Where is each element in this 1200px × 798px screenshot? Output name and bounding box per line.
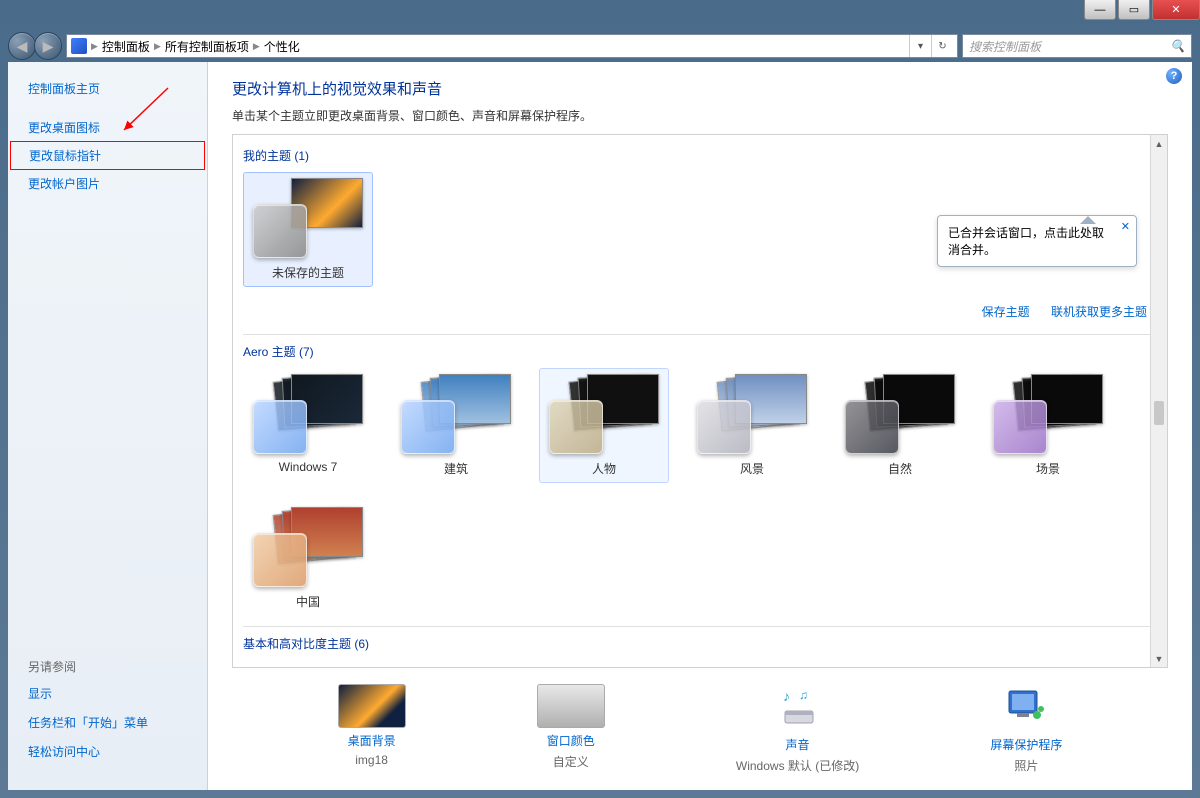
scroll-down-button[interactable]: ▼ xyxy=(1151,650,1167,667)
glass-preview-icon xyxy=(253,204,307,258)
sound-icon: ♪ ♫ xyxy=(774,684,822,732)
setting-label: 桌面背景 xyxy=(348,732,396,749)
theme-Windows 7[interactable]: Windows 7 xyxy=(243,368,373,483)
notification-text: 已合并会话窗口，点击此处取消合并。 xyxy=(948,226,1104,257)
theme-人物[interactable]: 人物 xyxy=(539,368,669,483)
theme-风景[interactable]: 风景 xyxy=(687,368,817,483)
screensaver-icon xyxy=(1002,684,1050,732)
close-button[interactable]: ✕ xyxy=(1152,0,1200,20)
sidebar-link-mouse-pointers[interactable]: 更改鼠标指针 xyxy=(10,141,205,170)
help-icon[interactable]: ? xyxy=(1166,68,1182,84)
maximize-button[interactable]: ▭ xyxy=(1118,0,1150,20)
refresh-button[interactable]: ↻ xyxy=(931,35,953,57)
save-theme-link[interactable]: 保存主题 xyxy=(982,305,1030,319)
glass-preview-icon xyxy=(845,400,899,454)
scroll-thumb[interactable] xyxy=(1154,401,1164,425)
sidebar-link-display[interactable]: 显示 xyxy=(8,679,207,708)
navigation-bar: ◀ ▶ ▶ 控制面板 ▶ 所有控制面板项 ▶ 个性化 ▾ ↻ 搜索控制面板 🔍 xyxy=(8,30,1192,62)
window-controls: — ▭ ✕ xyxy=(1084,0,1200,22)
back-button[interactable]: ◀ xyxy=(8,32,36,60)
theme-自然[interactable]: 自然 xyxy=(835,368,965,483)
theme-中国[interactable]: 中国 xyxy=(243,501,373,616)
content-area: 控制面板主页 更改桌面图标 更改鼠标指针 更改帐户图片 另请参阅 显示 任务栏和… xyxy=(8,62,1192,790)
search-icon: 🔍 xyxy=(1170,39,1185,53)
section-aero-themes: Aero 主题 (7) xyxy=(243,343,1157,360)
glass-preview-icon xyxy=(993,400,1047,454)
theme-建筑[interactable]: 建筑 xyxy=(391,368,521,483)
see-also-heading: 另请参阅 xyxy=(8,654,207,679)
setting-value: Windows 默认 (已修改) xyxy=(736,757,859,774)
chevron-icon: ▶ xyxy=(154,41,161,52)
theme-label: 风景 xyxy=(740,460,764,477)
search-placeholder: 搜索控制面板 xyxy=(969,38,1041,55)
theme-label: 中国 xyxy=(296,593,320,610)
main-panel: ? 更改计算机上的视觉效果和声音 单击某个主题立即更改桌面背景、窗口颜色、声音和… xyxy=(208,62,1192,790)
get-more-themes-link[interactable]: 联机获取更多主题 xyxy=(1051,305,1147,319)
vertical-scrollbar[interactable]: ▲ ▼ xyxy=(1150,135,1167,667)
page-title: 更改计算机上的视觉效果和声音 xyxy=(232,78,1168,99)
setting-label: 屏幕保护程序 xyxy=(990,736,1062,753)
breadcrumb-item[interactable]: 所有控制面板项 xyxy=(165,38,249,55)
theme-label: 建筑 xyxy=(444,460,468,477)
theme-unsaved[interactable]: 未保存的主题 xyxy=(243,172,373,287)
theme-label: Windows 7 xyxy=(279,460,338,474)
sidebar-link-taskbar[interactable]: 任务栏和「开始」菜单 xyxy=(8,708,207,737)
theme-actions: 保存主题 联机获取更多主题 xyxy=(243,297,1157,326)
address-dropdown[interactable]: ▾ xyxy=(909,35,931,57)
setting-value: 照片 xyxy=(1014,757,1038,774)
search-input[interactable]: 搜索控制面板 🔍 xyxy=(962,34,1192,58)
glass-preview-icon xyxy=(253,400,307,454)
setting-label: 声音 xyxy=(786,736,810,753)
setting-value: img18 xyxy=(355,753,388,767)
screensaver-setting[interactable]: 屏幕保护程序 照片 xyxy=(990,684,1062,774)
minimize-button[interactable]: — xyxy=(1084,0,1116,20)
wallpaper-icon xyxy=(338,684,406,728)
chevron-icon: ▶ xyxy=(253,41,260,52)
svg-text:♪: ♪ xyxy=(783,688,790,704)
glass-preview-icon xyxy=(401,400,455,454)
section-basic-themes: 基本和高对比度主题 (6) xyxy=(243,635,1157,652)
theme-label: 人物 xyxy=(592,460,616,477)
desktop-background-setting[interactable]: 桌面背景 img18 xyxy=(338,684,406,774)
merge-notification[interactable]: 已合并会话窗口，点击此处取消合并。 ✕ xyxy=(937,215,1137,267)
window-frame: — ▭ ✕ ◀ ▶ ▶ 控制面板 ▶ 所有控制面板项 ▶ 个性化 ▾ ↻ 搜索控… xyxy=(0,0,1200,798)
chevron-icon: ▶ xyxy=(91,41,98,52)
glass-preview-icon xyxy=(253,533,307,587)
glass-preview-icon xyxy=(697,400,751,454)
setting-label: 窗口颜色 xyxy=(547,732,595,749)
notification-close-icon[interactable]: ✕ xyxy=(1121,220,1130,233)
theme-scroll-area: 我的主题 (1) 未保存的主题 保存主题 联机获取更多主题 Aero xyxy=(232,134,1168,668)
sidebar-home-link[interactable]: 控制面板主页 xyxy=(8,74,207,103)
sidebar-link-ease-of-access[interactable]: 轻松访问中心 xyxy=(8,737,207,766)
forward-button[interactable]: ▶ xyxy=(34,32,62,60)
address-bar[interactable]: ▶ 控制面板 ▶ 所有控制面板项 ▶ 个性化 ▾ ↻ xyxy=(66,34,958,58)
settings-row: 桌面背景 img18 窗口颜色 自定义 ♪ ♫ xyxy=(232,668,1168,782)
svg-text:♫: ♫ xyxy=(799,688,808,702)
color-icon xyxy=(537,684,605,728)
sidebar: 控制面板主页 更改桌面图标 更改鼠标指针 更改帐户图片 另请参阅 显示 任务栏和… xyxy=(8,62,208,790)
sound-setting[interactable]: ♪ ♫ 声音 Windows 默认 (已修改) xyxy=(736,684,859,774)
page-subtitle: 单击某个主题立即更改桌面背景、窗口颜色、声音和屏幕保护程序。 xyxy=(232,107,1168,124)
theme-场景[interactable]: 场景 xyxy=(983,368,1113,483)
theme-label: 自然 xyxy=(888,460,912,477)
sidebar-link-desktop-icons[interactable]: 更改桌面图标 xyxy=(8,113,207,142)
sidebar-link-account-picture[interactable]: 更改帐户图片 xyxy=(8,169,207,198)
breadcrumb-current[interactable]: 个性化 xyxy=(264,38,300,55)
scroll-up-button[interactable]: ▲ xyxy=(1151,135,1167,152)
window-color-setting[interactable]: 窗口颜色 自定义 xyxy=(537,684,605,774)
theme-label: 未保存的主题 xyxy=(272,264,344,281)
setting-value: 自定义 xyxy=(553,753,589,770)
theme-label: 场景 xyxy=(1036,460,1060,477)
glass-preview-icon xyxy=(549,400,603,454)
breadcrumb-item[interactable]: 控制面板 xyxy=(102,38,150,55)
control-panel-icon xyxy=(71,38,87,54)
section-my-themes: 我的主题 (1) xyxy=(243,147,1157,164)
